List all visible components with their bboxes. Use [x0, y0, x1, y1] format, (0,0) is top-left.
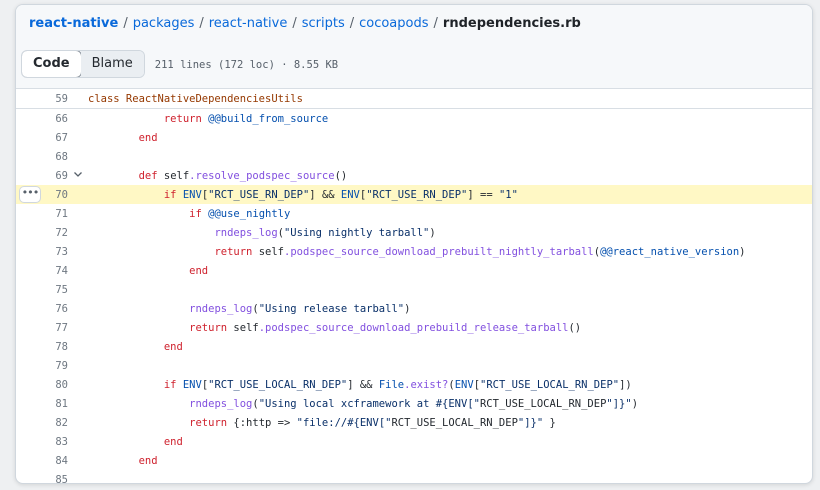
line-number[interactable]: 81 [16, 398, 68, 410]
code-text: end [163, 435, 183, 448]
code-text: end [138, 454, 158, 467]
line-number[interactable]: 79 [16, 360, 68, 372]
breadcrumb-packages-link[interactable]: packages [133, 16, 195, 31]
line-number[interactable]: 84 [16, 455, 68, 467]
code-text: return self.podspec_source_download_preb… [189, 321, 582, 334]
line-number[interactable]: 74 [16, 265, 68, 277]
breadcrumb-separator: / [433, 15, 438, 31]
file-info: 211 lines (172 loc) · 8.55 KB [154, 58, 339, 71]
line-number[interactable]: 67 [16, 132, 68, 144]
code-text: rndeps_log("Using local xcframework at #… [189, 397, 639, 410]
line-number[interactable]: 69 [16, 170, 68, 182]
code-text: return {:http => "file://#{ENV["RCT_USE_… [189, 416, 556, 429]
code-line[interactable]: 68 [16, 147, 812, 166]
file-viewer: react-native / packages / react-native /… [15, 4, 813, 484]
code-line[interactable]: 84 end [16, 451, 812, 470]
line-number[interactable]: 72 [16, 227, 68, 239]
code-text: return self.podspec_source_download_preb… [214, 245, 746, 258]
line-number[interactable]: 82 [16, 417, 68, 429]
breadcrumb-current-file: rndependencies.rb [442, 15, 581, 31]
code-line[interactable]: 78 end [16, 337, 812, 356]
breadcrumb-separator: / [199, 15, 204, 31]
line-number[interactable]: 78 [16, 341, 68, 353]
code-line[interactable]: 74 end [16, 261, 812, 280]
code-line[interactable]: 81 rndeps_log("Using local xcframework a… [16, 394, 812, 413]
breadcrumb-react-native-link[interactable]: react-native [209, 16, 288, 31]
line-number[interactable]: 76 [16, 303, 68, 315]
breadcrumb-separator: / [123, 15, 128, 31]
file-toolbar: Code Blame 211 lines (172 loc) · 8.55 KB [16, 41, 812, 89]
code-text: end [163, 340, 183, 353]
breadcrumb-separator: / [349, 15, 355, 31]
breadcrumb-cocoapods-link[interactable]: cocoapods [359, 16, 428, 31]
code-line[interactable]: ••• 70 if ENV["RCT_USE_RN_DEP"] && ENV["R… [16, 185, 812, 204]
code-text: if ENV["RCT_USE_RN_DEP"] && ENV["RCT_USE… [163, 188, 518, 201]
code-line[interactable]: 72 rndeps_log("Using nightly tarball") [16, 223, 812, 242]
view-mode-toggle: Code Blame [21, 49, 145, 78]
code-line[interactable]: 71 if @@use_nightly [16, 204, 812, 223]
kebab-horizontal-icon[interactable]: ••• [19, 186, 41, 203]
code-line[interactable]: 69 def self.resolve_podspec_source() [16, 166, 812, 185]
line-number[interactable]: 77 [16, 322, 68, 334]
line-number[interactable]: 66 [16, 113, 68, 125]
code-body: 66 return @@build_from_source 67 end 68 69 … [16, 109, 812, 484]
line-number: 59 [55, 92, 68, 105]
line-number[interactable]: 85 [16, 474, 68, 484]
code-text: if @@use_nightly [189, 207, 291, 220]
code-line[interactable]: 79 [16, 356, 812, 375]
code-line[interactable]: 80 if ENV["RCT_USE_LOCAL_RN_DEP"] && Fil… [16, 375, 812, 394]
code-line[interactable]: 76 rndeps_log("Using release tarball") [16, 299, 812, 318]
code-text: return @@build_from_source [163, 112, 329, 125]
line-number[interactable]: 68 [16, 151, 68, 163]
line-number[interactable]: 75 [16, 284, 68, 296]
line-number[interactable]: 80 [16, 379, 68, 391]
code-text: rndeps_log("Using release tarball") [189, 302, 411, 315]
code-line[interactable]: 75 [16, 280, 812, 299]
code-line[interactable]: 82 return {:http => "file://#{ENV["RCT_U… [16, 413, 812, 432]
breadcrumb-separator: / [292, 15, 297, 31]
code-line[interactable]: 66 return @@build_from_source [16, 109, 812, 128]
code-text: end [189, 264, 209, 277]
breadcrumb-scripts-link[interactable]: scripts [302, 16, 345, 31]
blame-tab-button[interactable]: Blame [80, 50, 144, 77]
code-line[interactable]: 67 end [16, 128, 812, 147]
code-text: rndeps_log("Using nightly tarball") [214, 226, 436, 239]
code-text: if ENV["RCT_USE_LOCAL_RN_DEP"] && File.e… [163, 378, 632, 391]
code-line[interactable]: 83 end [16, 432, 812, 451]
chevron-down-icon[interactable] [68, 169, 88, 182]
breadcrumb-repo-link[interactable]: react-native [29, 16, 118, 31]
code-line[interactable]: 77 return self.podspec_source_download_p… [16, 318, 812, 337]
code-tab-button[interactable]: Code [21, 50, 82, 77]
line-number[interactable]: 73 [16, 246, 68, 258]
sticky-scope-header[interactable]: 59 class ReactNativeDependenciesUtils [16, 89, 812, 109]
code-line[interactable]: 85 [16, 470, 812, 484]
breadcrumb: react-native / packages / react-native /… [16, 5, 812, 41]
line-number[interactable]: 71 [16, 208, 68, 220]
sticky-scope-text: class ReactNativeDependenciesUtils [88, 92, 303, 105]
line-number[interactable]: 83 [16, 436, 68, 448]
code-text: end [138, 131, 158, 144]
code-text: def self.resolve_podspec_source() [138, 169, 348, 182]
code-line[interactable]: 73 return self.podspec_source_download_p… [16, 242, 812, 261]
